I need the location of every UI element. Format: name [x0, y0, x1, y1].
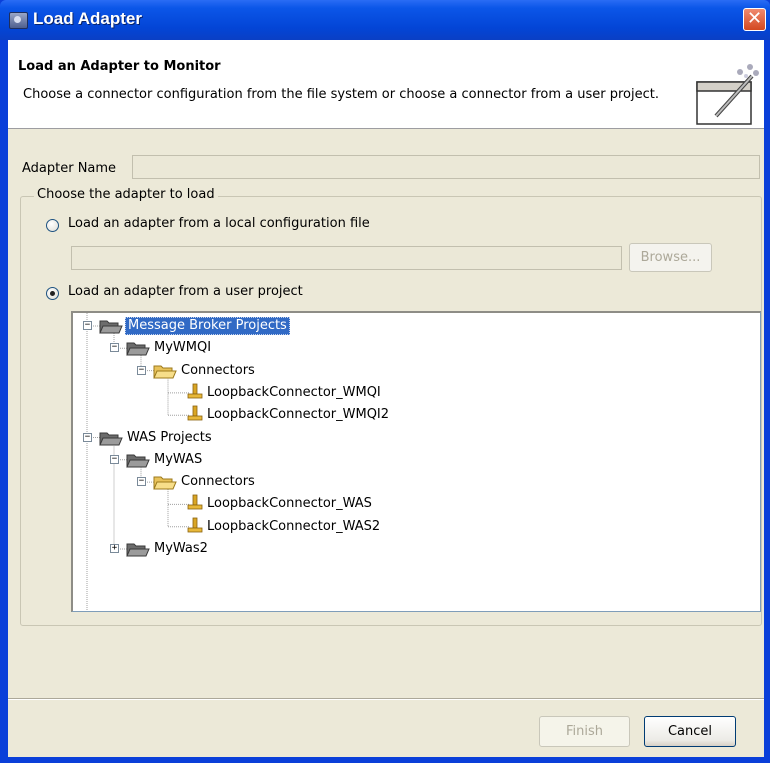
- tree-node[interactable]: WAS Projects: [125, 428, 214, 448]
- tree-node[interactable]: Connectors: [179, 361, 257, 381]
- tree-node-label[interactable]: Message Broker Projects: [125, 317, 290, 335]
- group-legend: Choose the adapter to load: [34, 187, 218, 202]
- radio-local-file-label[interactable]: Load an adapter from a local configurati…: [68, 216, 370, 231]
- tree-node-label[interactable]: LoopbackConnector_WMQI: [205, 383, 383, 403]
- connector-icon: [186, 494, 204, 512]
- tree-node-label[interactable]: LoopbackConnector_WAS: [205, 494, 374, 514]
- tree-node-label[interactable]: MyWas2: [152, 539, 210, 559]
- tree-node-label[interactable]: LoopbackConnector_WAS2: [205, 517, 382, 537]
- page-title: Load an Adapter to Monitor: [18, 59, 221, 74]
- config-file-input[interactable]: [71, 246, 622, 270]
- tree-node[interactable]: LoopbackConnector_WAS: [205, 494, 374, 514]
- wizard-banner-icon: [696, 64, 759, 125]
- collapse-toggle[interactable]: −: [137, 365, 146, 375]
- page-description: Choose a connector configuration from th…: [23, 87, 659, 102]
- tree-node[interactable]: LoopbackConnector_WMQI: [205, 383, 383, 403]
- tree-node-label[interactable]: Connectors: [179, 361, 257, 381]
- collapse-toggle[interactable]: −: [110, 343, 119, 353]
- folder-open-icon: [126, 452, 150, 468]
- radio-user-project[interactable]: [46, 287, 59, 300]
- radio-user-project-label[interactable]: Load an adapter from a user project: [68, 284, 303, 299]
- close-button[interactable]: ✕: [743, 8, 766, 31]
- folder-open-icon: [126, 340, 150, 356]
- collapse-toggle[interactable]: −: [83, 321, 92, 330]
- app-icon: [9, 12, 28, 29]
- connector-icon: [186, 517, 204, 535]
- window-title: Load Adapter: [33, 9, 142, 28]
- folder-open-yellow-icon: [153, 474, 177, 490]
- finish-button[interactable]: Finish: [539, 716, 630, 747]
- cancel-button[interactable]: Cancel: [644, 716, 736, 747]
- title-bar[interactable]: Load Adapter ✕: [0, 0, 770, 40]
- folder-open-icon: [99, 318, 123, 334]
- tree-node[interactable]: MyWMQI: [152, 338, 213, 358]
- tree-node-label[interactable]: WAS Projects: [125, 428, 214, 448]
- load-adapter-dialog: Load Adapter ✕ Load an Adapter to Monito…: [0, 0, 770, 763]
- folder-open-yellow-icon: [153, 363, 177, 379]
- tree-node[interactable]: Connectors: [179, 472, 257, 492]
- tree-node[interactable]: MyWas2: [152, 539, 210, 559]
- tree-node[interactable]: LoopbackConnector_WMQI2: [205, 405, 391, 425]
- adapter-name-input[interactable]: [132, 155, 760, 179]
- collapse-toggle[interactable]: −: [137, 477, 146, 487]
- adapter-name-label: Adapter Name: [22, 161, 117, 176]
- expand-toggle[interactable]: +: [110, 544, 119, 553]
- project-tree[interactable]: − Message Broker Projects − MyWMQI − Connecto…: [71, 311, 761, 612]
- tree-node-label[interactable]: MyWAS: [152, 450, 204, 470]
- connector-icon: [186, 383, 204, 401]
- tree-node[interactable]: LoopbackConnector_WAS2: [205, 517, 382, 537]
- tree-node[interactable]: Message Broker Projects: [125, 316, 290, 336]
- tree-node[interactable]: MyWAS: [152, 450, 204, 470]
- footer-separator: [8, 698, 764, 700]
- connector-icon: [186, 405, 204, 423]
- tree-node-label[interactable]: MyWMQI: [152, 338, 213, 358]
- collapse-toggle[interactable]: −: [83, 432, 92, 442]
- wizard-header: Load an Adapter to Monitor Choose a conn…: [8, 40, 764, 129]
- browse-button[interactable]: Browse...: [629, 243, 712, 272]
- folder-open-icon: [126, 541, 150, 557]
- collapse-toggle[interactable]: −: [110, 454, 119, 464]
- folder-open-icon: [99, 430, 123, 446]
- radio-local-file[interactable]: [46, 219, 59, 232]
- tree-node-label[interactable]: Connectors: [179, 472, 257, 492]
- tree-node-label[interactable]: LoopbackConnector_WMQI2: [205, 405, 391, 425]
